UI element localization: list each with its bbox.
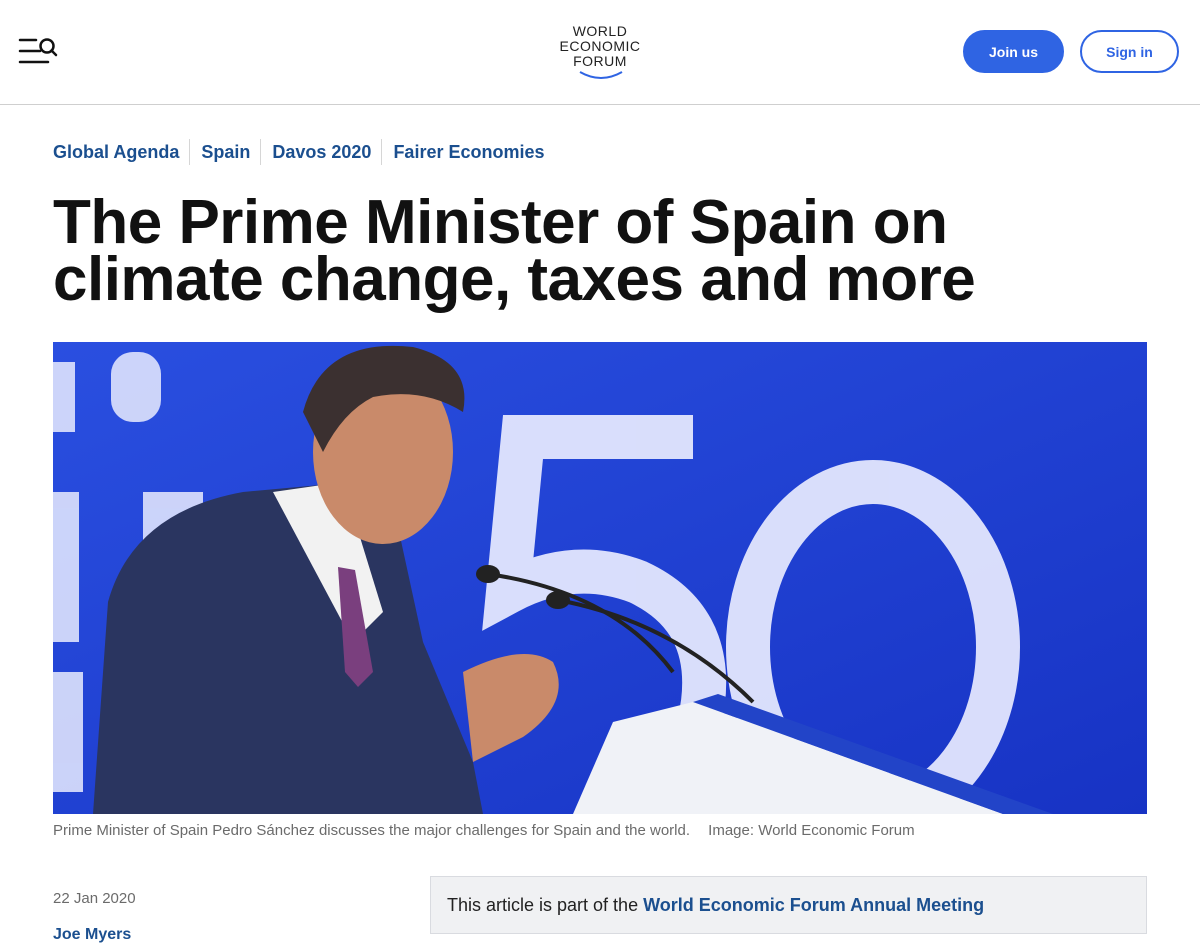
annual-meeting-notice: This article is part of the World Econom…: [430, 876, 1147, 934]
tag-spain[interactable]: Spain: [201, 139, 262, 165]
logo-arc-icon: [579, 71, 623, 79]
site-header: WORLD ECONOMIC FORUM Join us Sign in: [0, 0, 1200, 105]
tag-fairer-economies[interactable]: Fairer Economies: [393, 139, 554, 165]
caption-text: Prime Minister of Spain Pedro Sánchez di…: [53, 822, 690, 839]
topic-tags: Global Agenda Spain Davos 2020 Fairer Ec…: [53, 139, 566, 165]
publish-date: 22 Jan 2020: [53, 890, 136, 907]
image-credit: Image: World Economic Forum: [708, 822, 915, 839]
logo-line-3: FORUM: [573, 53, 627, 69]
tag-davos-2020[interactable]: Davos 2020: [272, 139, 383, 165]
tag-global-agenda[interactable]: Global Agenda: [53, 139, 191, 165]
article-title: The Prime Minister of Spain on climate c…: [53, 188, 976, 314]
logo-line-2: ECONOMIC: [559, 38, 641, 54]
logo-line-1: WORLD: [572, 23, 628, 39]
notice-text: This article is part of the: [447, 894, 639, 915]
menu-search-icon[interactable]: [18, 36, 58, 66]
hero-image: [53, 342, 1147, 814]
author-link[interactable]: Joe Myers: [53, 926, 131, 944]
join-us-button[interactable]: Join us: [963, 30, 1064, 73]
image-caption: Prime Minister of Spain Pedro Sánchez di…: [53, 822, 915, 839]
sign-in-button[interactable]: Sign in: [1080, 30, 1179, 73]
wef-logo[interactable]: WORLD ECONOMIC FORUM: [548, 24, 652, 82]
annual-meeting-link[interactable]: World Economic Forum Annual Meeting: [643, 895, 984, 916]
